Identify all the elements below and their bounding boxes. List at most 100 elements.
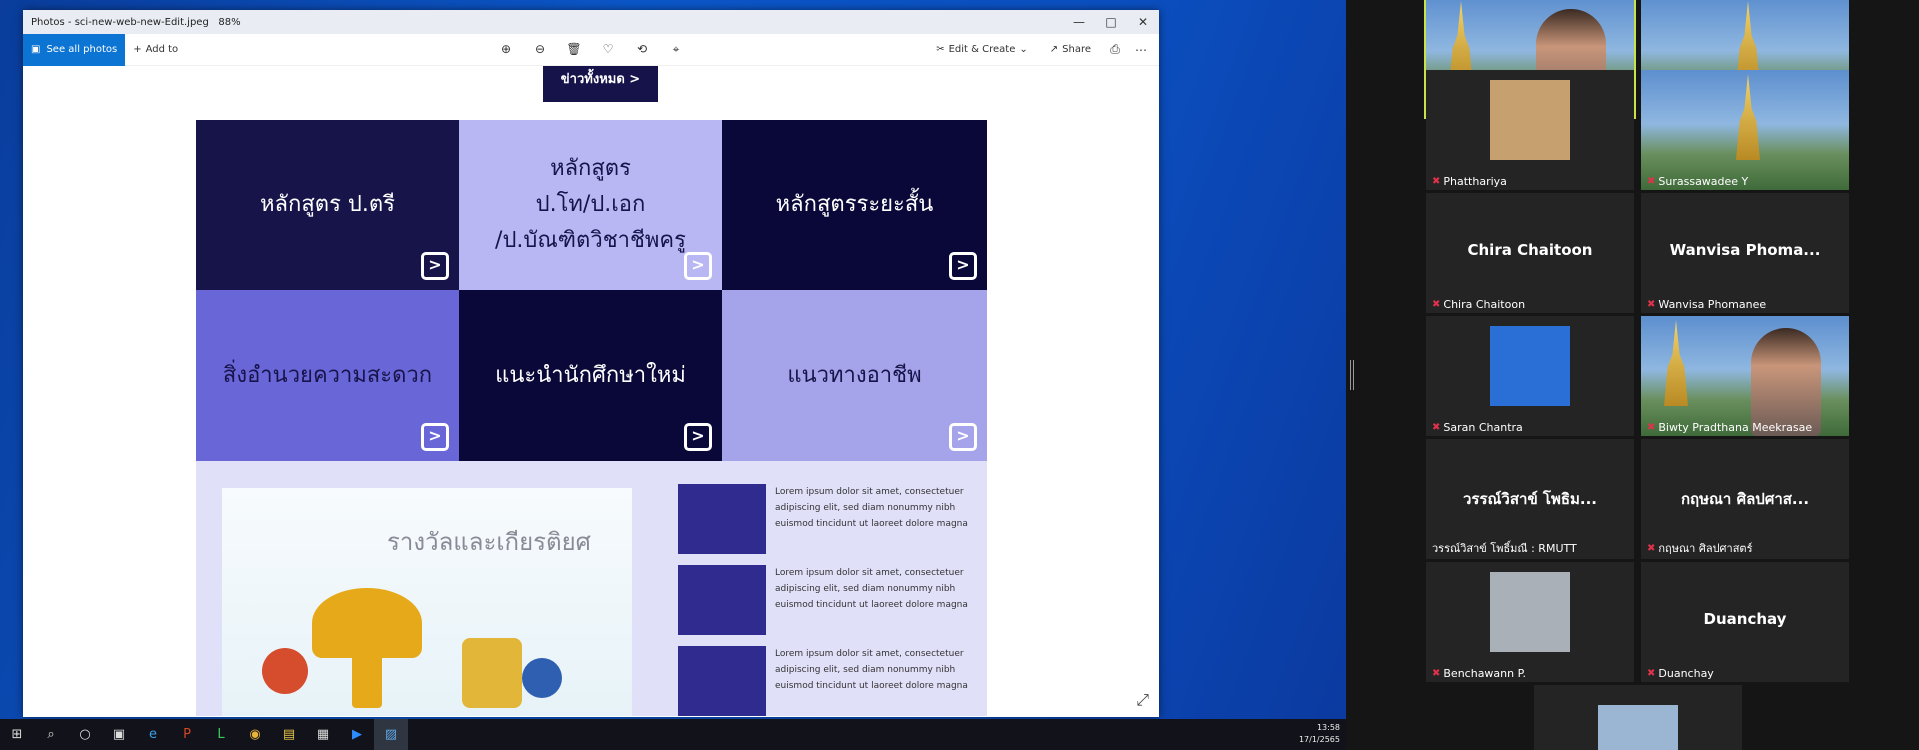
participant-name-label: ✖ Surassawadee Y <box>1647 175 1845 188</box>
participant-name-label: ✖ Benchawann P. <box>1432 667 1630 680</box>
clock-date: 17/1/2565 <box>1298 735 1340 744</box>
participant-display-name: Duanchay <box>1703 610 1787 628</box>
news-thumbnail <box>678 565 766 635</box>
participant-video <box>1641 70 1849 190</box>
zoom-out-icon[interactable]: ⊖ <box>530 42 550 57</box>
participant-tile[interactable]: กฤษณา ศิลปศาส... ✖ กฤษณา ศิลปศาสตร์ <box>1641 439 1849 559</box>
maximize-icon[interactable]: □ <box>1095 15 1127 29</box>
expand-icon[interactable]: ⤢ <box>1136 690 1149 710</box>
participant-photo <box>1490 572 1570 652</box>
participant-tile[interactable]: วรรณ์วิสาข์ โพธิม... วรรณ์วิสาข์ โพธิ์มณี… <box>1426 439 1634 559</box>
participant-name: กฤษณา ศิลปศาสตร์ <box>1658 542 1753 555</box>
tile-label: สิ่งอำนวยความสะดวก <box>223 358 432 394</box>
image-viewer[interactable]: ข่าวทั้งหมด > หลักสูตร ป.ตรี > หลักสูตร ป.… <box>23 66 1159 716</box>
tile-label-line: หลักสูตรระยะสั้น <box>775 192 934 217</box>
tile-short-course: หลักสูตรระยะสั้น > <box>722 120 987 290</box>
participant-name: Duanchay <box>1658 667 1714 680</box>
powerpoint-icon[interactable]: P <box>170 719 204 750</box>
course-tile-grid: หลักสูตร ป.ตรี > หลักสูตร ป.โท/ป.เอก/ป.บัณ… <box>196 120 987 461</box>
news-text: Lorem ipsum dolor sit amet, consectetuer… <box>775 568 968 610</box>
participant-name-label: ✖ กฤษณา ศิลปศาสตร์ <box>1647 539 1845 557</box>
participant-name: Benchawann P. <box>1443 667 1527 680</box>
arrow-right-icon: > <box>684 423 712 451</box>
participant-display-name: กฤษณา ศิลปศาส... <box>1680 490 1810 508</box>
news-thumbnail <box>678 646 766 716</box>
muted-mic-icon: ✖ <box>1647 176 1656 187</box>
tile-label: แนวทางอาชีพ <box>787 358 921 394</box>
tile-label-line: /ป.บัณฑิตวิชาชีพครู <box>495 228 686 253</box>
start-icon[interactable]: ⊞ <box>0 719 34 750</box>
zoom-icon[interactable]: ▶ <box>340 719 374 750</box>
participant-tile[interactable]: ✖ Surassawadee Y <box>1641 70 1849 190</box>
line-icon[interactable]: L <box>204 719 238 750</box>
news-thumbnail <box>678 484 766 554</box>
participant-tile[interactable]: ✖ Biwty Pradthana Meekrasae <box>1641 316 1849 436</box>
photos-window: Photos - sci-new-web-new-Edit.jpeg 88% —… <box>23 10 1159 717</box>
participant-tile[interactable]: Duanchay ✖ Duanchay <box>1641 562 1849 682</box>
task-view-icon[interactable]: ▣ <box>102 719 136 750</box>
participant-tile[interactable]: ✖ Saran Chantra <box>1426 316 1634 436</box>
tile-label: หลักสูตร ป.ตรี <box>260 187 395 223</box>
participant-name: วรรณ์วิสาข์ โพธิ์มณี : RMUTT <box>1432 542 1577 555</box>
participant-photo <box>1598 705 1678 750</box>
favorite-icon[interactable]: ♡ <box>598 42 618 57</box>
rotate-icon[interactable]: ⟲ <box>632 42 652 57</box>
participant-name: Saran Chantra <box>1443 421 1523 434</box>
delete-icon[interactable]: 🗑 <box>564 42 584 57</box>
print-icon[interactable]: ⎙ <box>1105 42 1125 57</box>
participant-display-name: Chira Chaitoon <box>1467 241 1593 259</box>
news-item: Lorem ipsum dolor sit amet, consectetuer… <box>678 565 978 637</box>
participant-tile[interactable] <box>1534 685 1742 750</box>
photos-icon[interactable]: ▨ <box>374 719 408 750</box>
news-item: Lorem ipsum dolor sit amet, consectetuer… <box>678 484 978 556</box>
arrow-right-icon: > <box>421 252 449 280</box>
search-icon[interactable]: ⌕ <box>34 719 68 750</box>
participant-tile[interactable]: ✖ Benchawann P. <box>1426 562 1634 682</box>
add-to-button[interactable]: + Add to <box>125 44 186 55</box>
cortana-icon[interactable]: ○ <box>68 719 102 750</box>
arrow-right-icon: > <box>421 423 449 451</box>
muted-mic-icon: ✖ <box>1432 176 1441 187</box>
participant-tile[interactable]: Wanvisa Phoma... ✖ Wanvisa Phomanee <box>1641 193 1849 313</box>
tile-label: แนะนำนักศึกษาใหม่ <box>495 358 686 394</box>
taskbar: ⊞ ⌕ ○ ▣ e P L ◉ ▤ ▦ ▶ ▨ 13:58 17/1/2565 <box>0 719 1346 750</box>
chrome-icon[interactable]: ◉ <box>238 719 272 750</box>
zoom-in-icon[interactable]: ⊕ <box>496 42 516 57</box>
tile-new-students: แนะนำนักศึกษาใหม่ > <box>459 290 722 461</box>
muted-mic-icon: ✖ <box>1432 299 1441 310</box>
photos-icon: ▣ <box>31 44 41 55</box>
arrow-right-icon: > <box>684 252 712 280</box>
share-button[interactable]: ↗ Share <box>1042 44 1099 55</box>
all-news-button: ข่าวทั้งหมด > <box>543 66 658 102</box>
gallery-splitter[interactable] <box>1350 360 1354 390</box>
participant-name-label: ✖ Phatthariya <box>1432 175 1630 188</box>
participant-name-label: ✖ Saran Chantra <box>1432 421 1630 434</box>
file-explorer-icon[interactable]: ▤ <box>272 719 306 750</box>
edge-icon[interactable]: e <box>136 719 170 750</box>
news-text: Lorem ipsum dolor sit amet, consectetuer… <box>775 649 968 691</box>
window-title: Photos - sci-new-web-new-Edit.jpeg 88% <box>31 16 241 28</box>
award-banner: รางวัลและเกียรติยศ <box>222 488 632 716</box>
news-item: Lorem ipsum dolor sit amet, consectetuer… <box>678 646 978 716</box>
edit-create-button[interactable]: ✂ Edit & Create ⌄ <box>928 44 1036 55</box>
command-bar: ▣ See all photos + Add to ⊕ ⊖ 🗑 ♡ ⟲ ⌖ ✂ … <box>23 33 1159 66</box>
close-icon[interactable]: ✕ <box>1127 15 1159 29</box>
crop-icon[interactable]: ⌖ <box>666 42 686 57</box>
system-clock[interactable]: 13:58 17/1/2565 <box>1299 722 1340 746</box>
desktop-background: Photos - sci-new-web-new-Edit.jpeg 88% —… <box>0 0 1346 719</box>
minimize-icon[interactable]: — <box>1063 15 1095 29</box>
tile-graduate: หลักสูตร ป.โท/ป.เอก/ป.บัณฑิตวิชาชีพครู > <box>459 120 722 290</box>
participant-name-label: วรรณ์วิสาข์ โพธิ์มณี : RMUTT <box>1432 539 1630 557</box>
app-icon[interactable]: ▦ <box>306 719 340 750</box>
chevron-down-icon: ⌄ <box>1019 44 1028 55</box>
participant-tile[interactable]: ✖ Phatthariya <box>1426 70 1634 190</box>
news-text: Lorem ipsum dolor sit amet, consectetuer… <box>775 487 968 529</box>
participant-tile[interactable]: Chira Chaitoon ✖ Chira Chaitoon <box>1426 193 1634 313</box>
see-all-photos-button[interactable]: ▣ See all photos <box>23 33 126 66</box>
awards-section: รางวัลและเกียรติยศ Lorem ipsum dolor sit… <box>196 461 987 716</box>
more-icon[interactable]: ⋯ <box>1131 43 1151 57</box>
tile-label-line: หลักสูตร ป.ตรี <box>260 192 395 217</box>
participant-display-name: Wanvisa Phoma... <box>1669 241 1821 259</box>
participant-name-label: ✖ Wanvisa Phomanee <box>1647 298 1845 311</box>
muted-mic-icon: ✖ <box>1647 668 1656 679</box>
